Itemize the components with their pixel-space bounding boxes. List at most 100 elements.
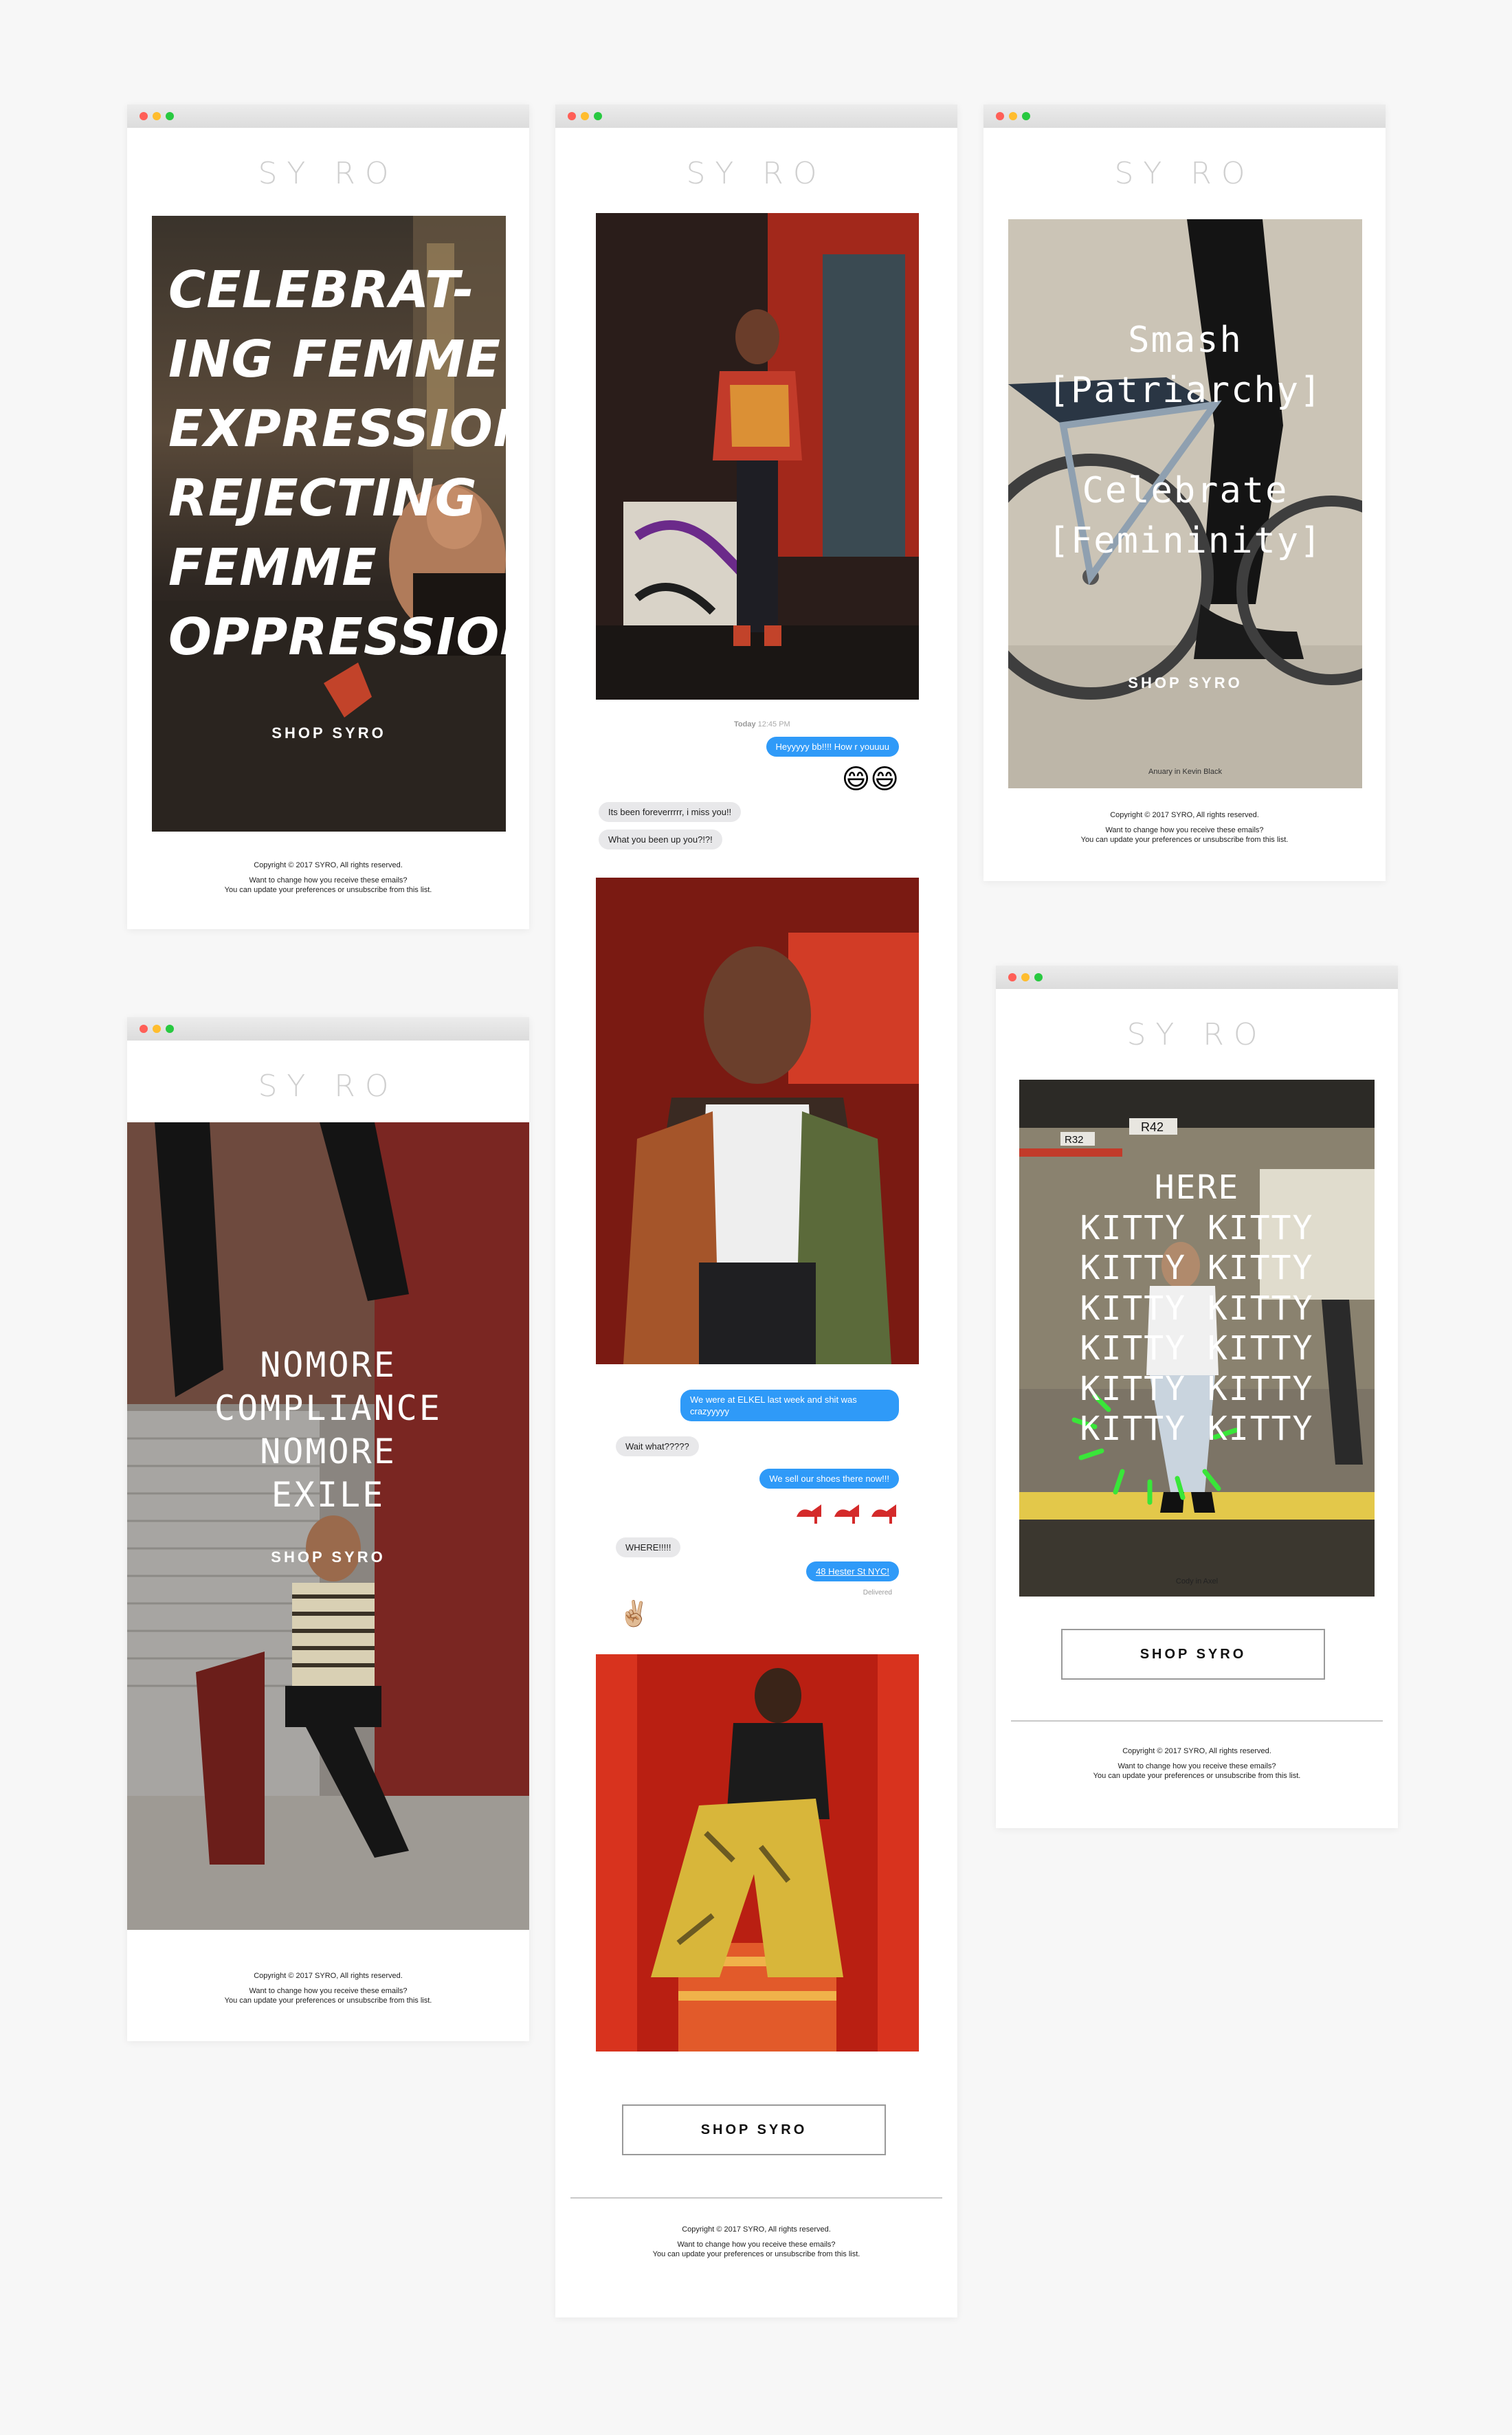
close-window-icon[interactable] bbox=[140, 112, 148, 120]
hero-headline: Smash [Patriarchy] Celebrate [Femininity… bbox=[1008, 315, 1362, 566]
neon-photo-shapes bbox=[596, 878, 919, 1364]
brand-logo: SY RO bbox=[1126, 1017, 1267, 1052]
email-window-2: SY RO Today 12:45 PM Heyyyyy bb!!!! How … bbox=[555, 104, 957, 2317]
preferences-text: Want to change how you receive these ema… bbox=[677, 2241, 836, 2249]
headline-line: [Patriarchy] bbox=[1047, 370, 1323, 411]
window-titlebar bbox=[983, 104, 1386, 128]
copyright-text: Copyright © 2017 SYRO, All rights reserv… bbox=[682, 2225, 831, 2234]
chat-bubble-incoming: Its been foreverrrrr, i miss you!! bbox=[599, 802, 742, 822]
shop-button[interactable]: SHOP SYRO bbox=[1061, 1629, 1325, 1680]
brand-logo: SY RO bbox=[686, 156, 827, 191]
headline-line: HERE bbox=[1154, 1168, 1240, 1207]
chat-bubble-outgoing: We sell our shoes there now!!! bbox=[759, 1469, 899, 1489]
preferences-text: Want to change how you receive these ema… bbox=[1105, 826, 1264, 834]
headline-line: KITTY KITTY bbox=[1080, 1289, 1314, 1328]
minimize-window-icon[interactable] bbox=[1009, 112, 1017, 120]
headline-line: KITTY KITTY bbox=[1080, 1249, 1314, 1287]
email-footer: Copyright © 2017 SYRO, All rights reserv… bbox=[127, 860, 529, 895]
minimize-window-icon[interactable] bbox=[153, 112, 161, 120]
email-window-3: SY RO Smash [Patriarchy] Celebrate [Femi… bbox=[983, 104, 1386, 881]
chat-bubble-incoming: Wait what????? bbox=[616, 1436, 699, 1456]
chat-bubble-outgoing: We were at ELKEL last week and shit was … bbox=[680, 1390, 899, 1421]
headline-line: [Femininity] bbox=[1047, 520, 1323, 562]
email-window-4: SY RO NOMORE COMPLIANCE NOMORE EXILE SHO… bbox=[127, 1017, 529, 2041]
close-window-icon[interactable] bbox=[140, 1025, 148, 1033]
maximize-window-icon[interactable] bbox=[166, 112, 174, 120]
delivered-status: Delivered bbox=[863, 1589, 892, 1597]
close-window-icon[interactable] bbox=[568, 112, 576, 120]
shop-link[interactable]: SHOP SYRO bbox=[152, 724, 506, 742]
model-credit: Anuary in Kevin Black bbox=[1148, 768, 1222, 776]
email-footer: Copyright © 2017 SYRO, All rights reserv… bbox=[555, 2225, 957, 2259]
chat-bubble-incoming: What you been up you?!?! bbox=[599, 830, 722, 849]
stairs-photo-shapes bbox=[596, 1654, 919, 2052]
shop-link[interactable]: SHOP SYRO bbox=[1008, 674, 1362, 692]
headline-spacer bbox=[1008, 416, 1362, 466]
hero-headline: CELEBRAT- ING FEMME EXPRESSION REJECTING… bbox=[168, 256, 506, 672]
headline-line: KITTY KITTY bbox=[1080, 1410, 1314, 1448]
maximize-window-icon[interactable] bbox=[594, 112, 602, 120]
storefront-photo-shapes bbox=[596, 213, 919, 700]
email-window-5: SY RO R42 R32 HERE KITTY KITTY KITTY KIT… bbox=[996, 966, 1398, 1828]
copyright-text: Copyright © 2017 SYRO, All rights reserv… bbox=[254, 1972, 403, 1980]
maximize-window-icon[interactable] bbox=[1034, 973, 1043, 981]
maximize-window-icon[interactable] bbox=[166, 1025, 174, 1033]
brand-logo: SY RO bbox=[258, 156, 399, 191]
unsubscribe-link[interactable]: You can update your preferences or unsub… bbox=[127, 885, 529, 895]
window-titlebar bbox=[996, 966, 1398, 989]
email-window-1: SY RO CELEBRAT- ING FEMME EXPRESSION REJ… bbox=[127, 104, 529, 929]
minimize-window-icon[interactable] bbox=[1021, 973, 1030, 981]
hero-image: Smash [Patriarchy] Celebrate [Femininity… bbox=[1008, 219, 1362, 788]
window-titlebar bbox=[555, 104, 957, 128]
chat-bubble-outgoing: Heyyyyy bb!!!! How r youuuu bbox=[766, 737, 899, 757]
headline-line: OPPRESSION bbox=[168, 608, 506, 667]
headline-line: ING FEMME bbox=[168, 330, 501, 389]
photo-red-stairs bbox=[596, 1654, 919, 2052]
brand-logo: SY RO bbox=[1114, 156, 1255, 191]
footer-divider bbox=[1011, 1720, 1383, 1722]
hero-headline: HERE KITTY KITTY KITTY KITTY KITTY KITTY… bbox=[1019, 1168, 1375, 1449]
high-heel-icon bbox=[869, 1496, 899, 1526]
doorway-photo-shapes bbox=[127, 1122, 529, 1930]
shop-button[interactable]: SHOP SYRO bbox=[622, 2104, 886, 2155]
unsubscribe-link[interactable]: You can update your preferences or unsub… bbox=[983, 835, 1386, 845]
preferences-text: Want to change how you receive these ema… bbox=[249, 1987, 408, 1995]
minimize-window-icon[interactable] bbox=[153, 1025, 161, 1033]
close-window-icon[interactable] bbox=[996, 112, 1004, 120]
headline-line: KITTY KITTY bbox=[1080, 1369, 1314, 1408]
unsubscribe-link[interactable]: You can update your preferences or unsub… bbox=[996, 1771, 1398, 1781]
shop-link[interactable]: SHOP SYRO bbox=[127, 1548, 529, 1566]
maximize-window-icon[interactable] bbox=[1022, 112, 1030, 120]
window-titlebar bbox=[127, 1017, 529, 1041]
headline-line: KITTY KITTY bbox=[1080, 1208, 1314, 1247]
hero-image: CELEBRAT- ING FEMME EXPRESSION REJECTING… bbox=[152, 216, 506, 832]
headline-line: KITTY KITTY bbox=[1080, 1329, 1314, 1368]
headline-line: Smash bbox=[1128, 320, 1243, 361]
chat-bubble-incoming: WHERE!!!!! bbox=[616, 1537, 681, 1557]
copyright-text: Copyright © 2017 SYRO, All rights reserv… bbox=[1110, 811, 1259, 819]
unsubscribe-link[interactable]: You can update your preferences or unsub… bbox=[127, 1996, 529, 2005]
headline-line: COMPLIANCE bbox=[214, 1388, 443, 1428]
close-window-icon[interactable] bbox=[1008, 973, 1016, 981]
photo-storefront bbox=[596, 213, 919, 700]
high-heel-icon bbox=[794, 1496, 824, 1526]
brand-logo: SY RO bbox=[258, 1069, 399, 1104]
headline-line: NOMORE bbox=[260, 1345, 397, 1385]
headline-line: EXILE bbox=[271, 1475, 386, 1515]
headline-line: FEMME bbox=[168, 538, 377, 597]
email-footer: Copyright © 2017 SYRO, All rights reserv… bbox=[996, 1746, 1398, 1781]
copyright-text: Copyright © 2017 SYRO, All rights reserv… bbox=[254, 861, 403, 869]
peace-hand-emoji-icon: ✌🏼 bbox=[619, 1600, 649, 1628]
headline-line: NOMORE bbox=[260, 1432, 397, 1471]
footer-divider bbox=[570, 2197, 942, 2199]
address-link[interactable]: 48 Hester St NYC! bbox=[806, 1561, 899, 1581]
message-timestamp: Today 12:45 PM bbox=[734, 720, 790, 729]
headline-line: REJECTING bbox=[168, 469, 478, 528]
headline-line: CELEBRAT- bbox=[168, 260, 475, 320]
email-footer: Copyright © 2017 SYRO, All rights reserv… bbox=[127, 1971, 529, 2005]
high-heel-icon bbox=[832, 1496, 862, 1526]
minimize-window-icon[interactable] bbox=[581, 112, 589, 120]
window-titlebar bbox=[127, 104, 529, 128]
hero-headline: NOMORE COMPLIANCE NOMORE EXILE bbox=[127, 1344, 529, 1517]
unsubscribe-link[interactable]: You can update your preferences or unsub… bbox=[555, 2249, 957, 2259]
